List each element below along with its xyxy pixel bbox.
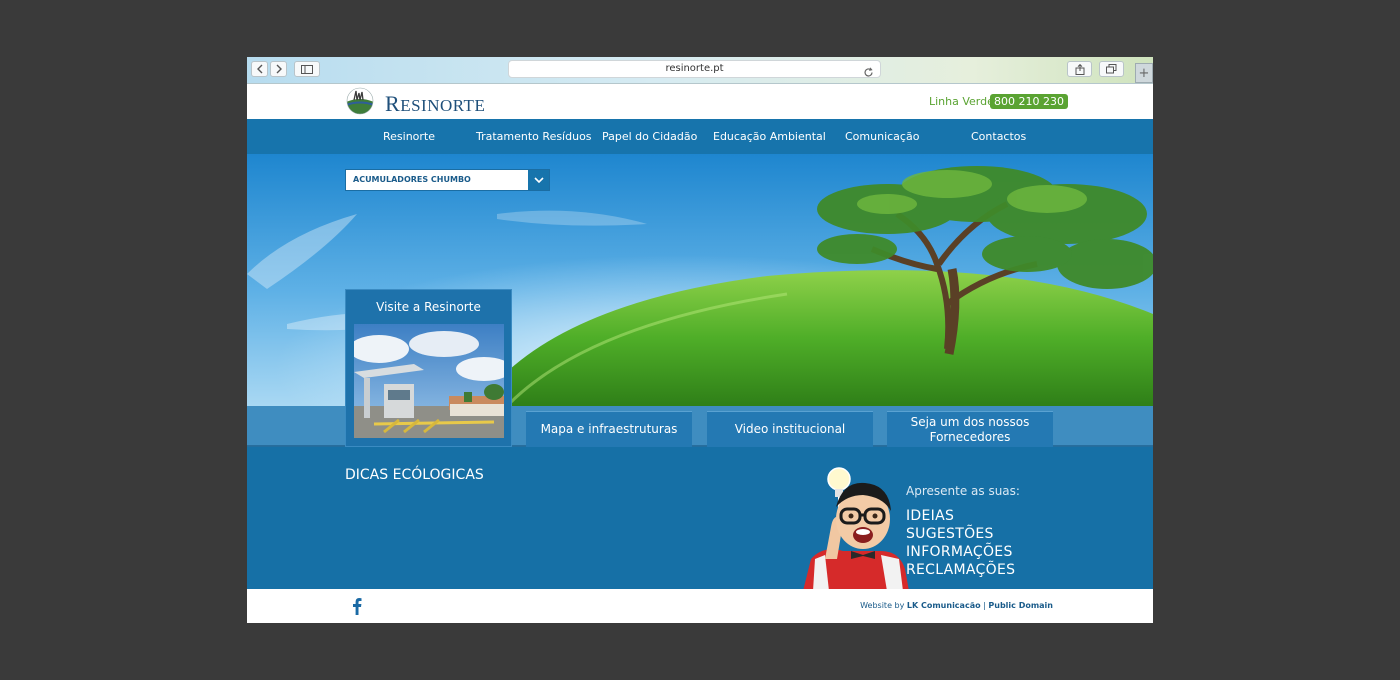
brand-name[interactable]: RESINORTE [385,91,485,117]
visit-title: Visite a Resinorte [376,300,481,314]
credit-company-link[interactable]: LK Comunicacão [907,601,981,610]
credit-prefix: Website by [860,601,905,610]
credit-separator: | [983,601,986,610]
category-select[interactable]: ACUMULADORES CHUMBO [345,169,550,191]
hotline-label: Linha Verde [929,95,994,108]
sidebar-icon[interactable] [294,61,320,77]
tips-section: DICAS ECÓLOGICAS Apresente as suas: IDEI… [247,447,1153,591]
reload-icon[interactable] [863,63,874,82]
visit-card[interactable]: Visite a Resinorte [345,289,512,447]
nav-item-tratamento-residuos[interactable]: Tratamento Resíduos [476,130,592,143]
plus-icon[interactable]: + [1135,63,1153,83]
chevron-left-icon[interactable] [251,61,268,77]
footer-credit: Website by LK Comunicacão | Public Domai… [860,601,1053,610]
institutional-video-button[interactable]: Video institucional [707,411,873,447]
browser-window: resinorte.pt + RESINORTE Linha Verde 800… [247,57,1153,623]
share-icon[interactable] [1067,61,1092,77]
option-sugestoes[interactable]: SUGESTÕES [906,526,994,542]
nav-item-papel-do-cidadao[interactable]: Papel do Cidadão [602,130,697,143]
logo-icon[interactable] [346,87,374,115]
credit-domain-link[interactable]: Public Domain [988,601,1053,610]
hotline-number[interactable]: 800 210 230 [990,94,1068,109]
facebook-icon[interactable] [352,597,362,619]
main-nav: Resinorte Tratamento Resíduos Papel do C… [247,119,1153,154]
option-ideias[interactable]: IDEIAS [906,508,954,524]
site-footer: Website by LK Comunicacão | Public Domai… [247,589,1153,623]
nav-item-contactos[interactable]: Contactos [971,130,1026,143]
url-text: resinorte.pt [665,63,724,74]
browser-toolbar: resinorte.pt + [247,57,1153,84]
option-informacoes[interactable]: INFORMAÇÕES [906,544,1013,560]
option-reclamacoes[interactable]: RECLAMAÇÕES [906,562,1015,578]
map-infrastructure-button[interactable]: Mapa e infraestruturas [526,411,692,447]
nav-item-comunicacao[interactable]: Comunicação [845,130,919,143]
tips-title: DICAS ECÓLOGICAS [345,467,484,483]
tabs-icon[interactable] [1099,61,1124,77]
become-supplier-button[interactable]: Seja um dos nossos Fornecedores [887,411,1053,447]
facility-photo[interactable] [354,324,504,438]
present-label: Apresente as suas: [906,484,1020,498]
address-bar[interactable]: resinorte.pt [508,60,881,78]
nav-item-resinorte[interactable]: Resinorte [383,130,435,143]
site-header: RESINORTE Linha Verde 800 210 230 [247,84,1153,119]
nav-item-educacao-ambiental[interactable]: Educação Ambiental [713,130,826,143]
chevron-down-icon[interactable] [528,170,549,190]
select-value: ACUMULADORES CHUMBO [353,175,471,184]
chevron-right-icon[interactable] [270,61,287,77]
